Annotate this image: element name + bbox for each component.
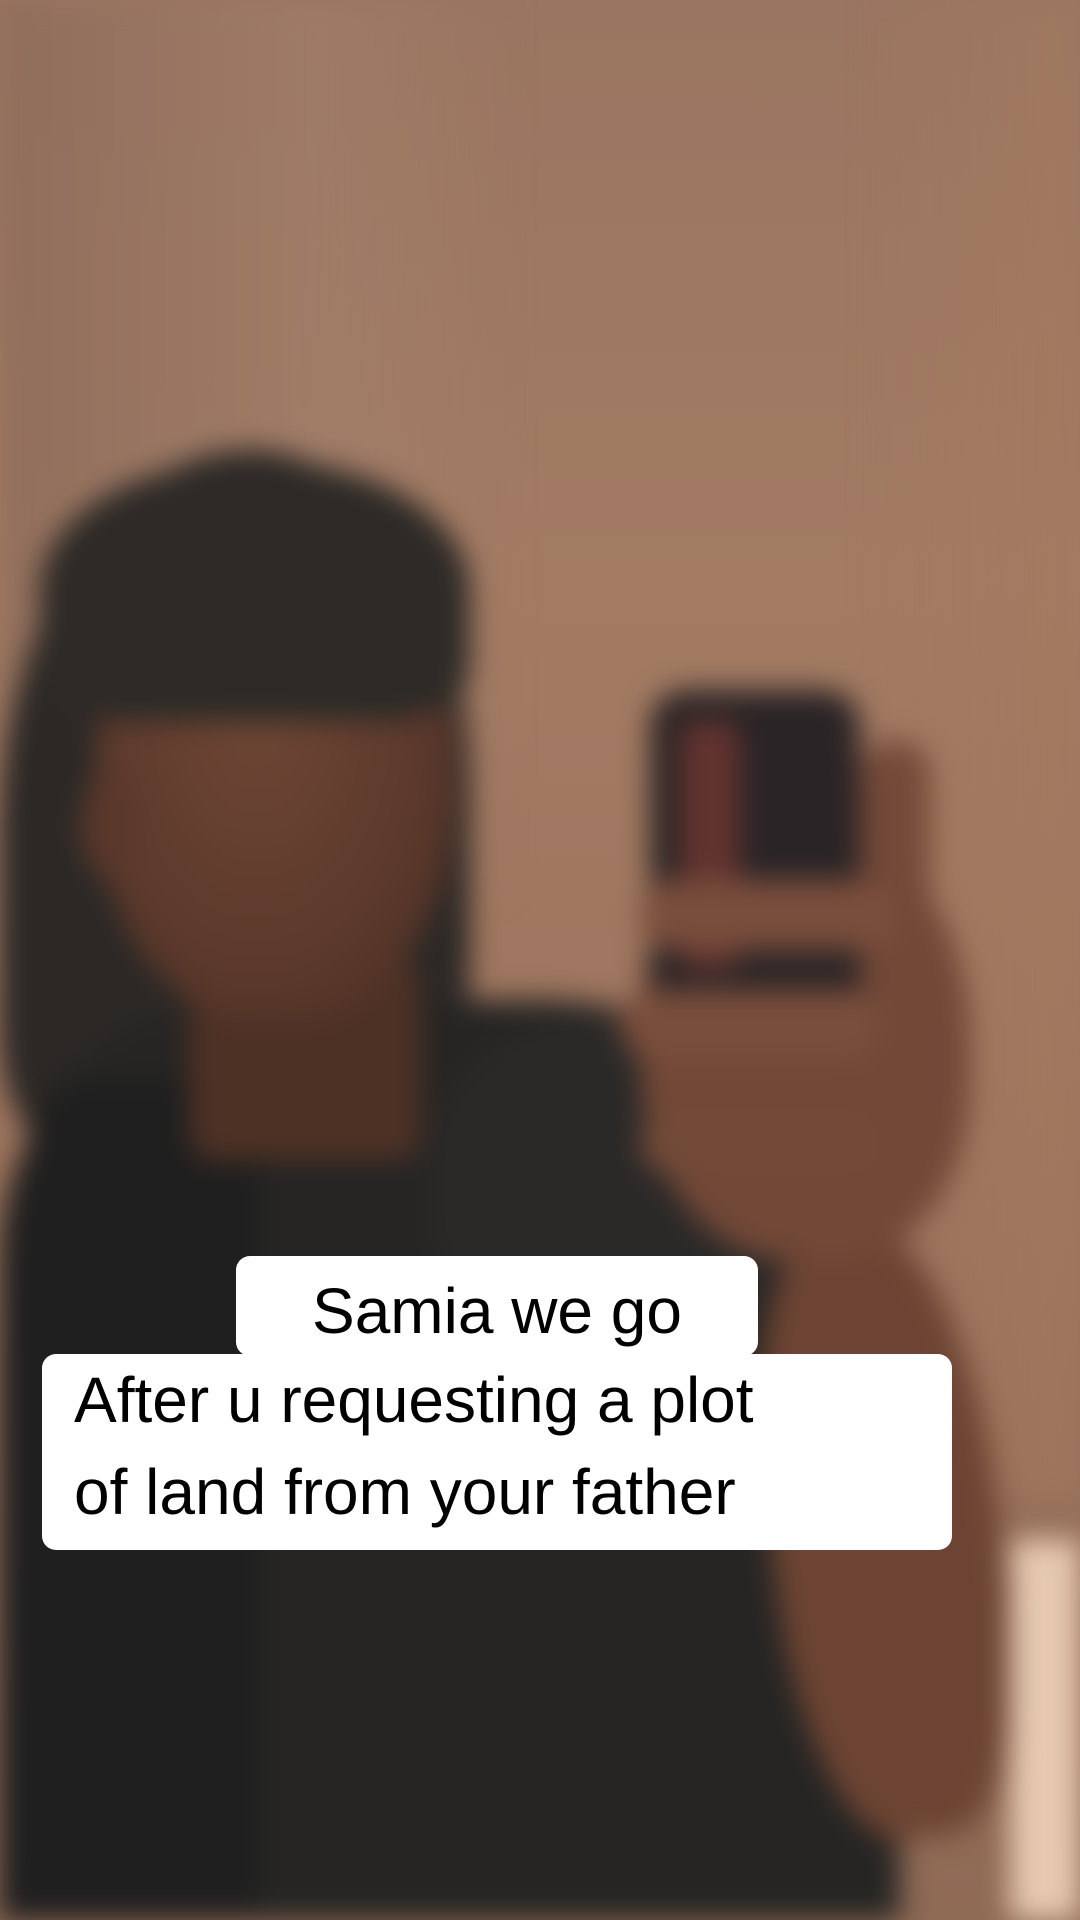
caption-top-box: Samia we go — [236, 1256, 758, 1356]
caption-line-1: After u requesting a plot — [74, 1364, 754, 1436]
caption-main-box: After u requesting a plot of land from y… — [42, 1354, 952, 1550]
caption-line-2: of land from your father — [74, 1456, 736, 1528]
blurred-selfie-photo — [0, 0, 1080, 1920]
caption-top-line: Samia we go — [312, 1275, 682, 1347]
video-frame: After u requesting a plot of land from y… — [0, 0, 1080, 1920]
